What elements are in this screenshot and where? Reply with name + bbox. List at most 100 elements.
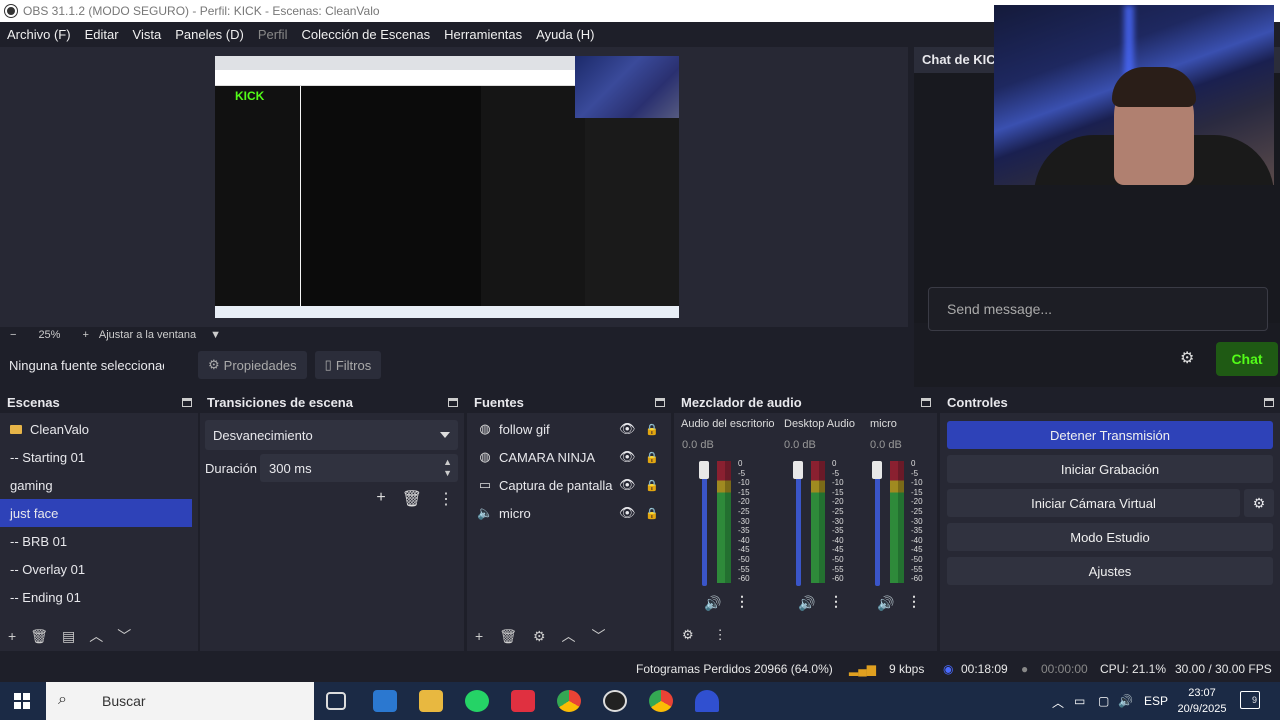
preview-canvas[interactable]: KICK (215, 56, 679, 318)
advanced-audio-gear-icon[interactable]: ⚙ (682, 627, 694, 643)
menu-herramientas[interactable]: Herramientas (437, 27, 529, 42)
move-down-icon[interactable]: ﹀ (117, 626, 131, 646)
volume-fader[interactable] (875, 461, 880, 586)
sources-header: Fuentes (467, 391, 671, 413)
source-item[interactable]: ▭ Captura de pantalla 👁 🔒 (467, 471, 671, 499)
visibility-eye-icon[interactable]: 👁 (619, 449, 636, 465)
zoom-out-button[interactable]: − (10, 329, 16, 341)
start-virtual-camera-button[interactable]: Iniciar Cámara Virtual (947, 489, 1240, 517)
virtual-camera-settings-gear-icon[interactable]: ⚙ (1244, 489, 1274, 517)
fit-window-label[interactable]: Ajustar a la ventana (99, 329, 196, 341)
start-recording-button[interactable]: Iniciar Grabación (947, 455, 1273, 483)
remove-scene-icon[interactable]: 🗑 (30, 628, 48, 645)
zoom-in-button[interactable]: + (82, 329, 88, 341)
stop-stream-button[interactable]: Detener Transmisión (947, 421, 1273, 449)
volume-fader-knob[interactable] (793, 461, 803, 479)
menu-vista[interactable]: Vista (126, 27, 169, 42)
undock-icon[interactable] (1264, 397, 1274, 407)
undock-icon[interactable] (655, 397, 665, 407)
chat-send-button[interactable]: Chat (1216, 342, 1278, 376)
menu-perfil[interactable]: Perfil (251, 27, 295, 42)
transition-menu-icon[interactable]: ⋮ (438, 489, 454, 509)
scene-item-selected[interactable]: just face (0, 499, 192, 527)
settings-button[interactable]: Ajustes (947, 557, 1273, 585)
obs-taskbar-icon[interactable] (603, 690, 627, 712)
source-item[interactable]: ◍ CAMARA NINJA 👁 🔒 (467, 443, 671, 471)
zoom-dropdown-icon[interactable]: ▼ (210, 329, 221, 341)
channel-menu-icon[interactable]: ⋮ (907, 593, 921, 610)
source-item[interactable]: 🔈 micro 👁 🔒 (467, 499, 671, 527)
chat-settings-gear-icon[interactable]: ⚙ (1180, 348, 1194, 368)
remove-source-icon[interactable]: 🗑 (499, 628, 517, 645)
visibility-eye-icon[interactable]: 👁 (619, 421, 636, 437)
file-explorer-icon[interactable] (419, 690, 443, 712)
speaker-icon[interactable]: 🔊 (877, 595, 894, 612)
preview-browser-address (215, 70, 575, 86)
add-scene-icon[interactable]: + (8, 628, 16, 644)
display-icon[interactable]: ▢ (1098, 694, 1109, 708)
move-up-icon[interactable]: ︿ (89, 626, 103, 646)
menu-archivo[interactable]: Archivo (F) (0, 27, 78, 42)
filters-button[interactable]: ▯ Filtros (314, 351, 382, 379)
menu-editar[interactable]: Editar (78, 27, 126, 42)
speaker-icon[interactable]: 🔊 (704, 595, 721, 612)
undock-icon[interactable] (182, 397, 192, 407)
store-icon[interactable] (373, 690, 397, 712)
menu-paneles[interactable]: Paneles (D) (168, 27, 251, 42)
chrome-profile-icon[interactable] (649, 690, 673, 712)
undock-icon[interactable] (921, 397, 931, 407)
language-indicator[interactable]: ESP (1144, 694, 1168, 708)
undock-icon[interactable] (448, 397, 458, 407)
lock-icon[interactable]: 🔒 (645, 507, 659, 520)
network-icon[interactable]: ▭ (1074, 694, 1085, 708)
duration-stepper-icon[interactable]: ▲ ▼ (443, 457, 452, 479)
whatsapp-icon[interactable] (465, 690, 489, 712)
volume-icon[interactable]: 🔊 (1118, 694, 1133, 708)
app-icon[interactable] (695, 690, 719, 712)
add-transition-icon[interactable]: + (376, 489, 385, 509)
scene-item[interactable]: gaming (0, 471, 198, 499)
transitions-toolbar: + 🗑 ⋮ (376, 489, 454, 509)
scene-item[interactable]: CleanValo (0, 415, 198, 443)
studio-mode-button[interactable]: Modo Estudio (947, 523, 1273, 551)
volume-fader-knob[interactable] (699, 461, 709, 479)
lock-icon[interactable]: 🔒 (645, 423, 659, 436)
scene-item[interactable]: -- Overlay 01 (0, 555, 198, 583)
chrome-icon[interactable] (557, 690, 581, 712)
properties-button[interactable]: ⚙ Propiedades (198, 351, 307, 379)
speaker-icon[interactable]: 🔊 (798, 595, 815, 612)
channel-menu-icon[interactable]: ⋮ (735, 593, 749, 610)
volume-fader[interactable] (796, 461, 801, 586)
menu-ayuda[interactable]: Ayuda (H) (529, 27, 601, 42)
add-source-icon[interactable]: + (475, 628, 483, 644)
move-up-icon[interactable]: ︿ (562, 626, 576, 646)
mixer-menu-icon[interactable]: ⋮ (714, 627, 727, 643)
volume-fader-knob[interactable] (872, 461, 882, 479)
tray-expand-icon[interactable]: ︿ (1052, 694, 1064, 711)
anydesk-icon[interactable] (511, 690, 535, 712)
taskbar-clock[interactable]: 23:07 20/9/2025 (1176, 685, 1228, 717)
scene-item[interactable]: -- Ending 01 (0, 583, 198, 611)
remove-transition-icon[interactable]: 🗑 (402, 489, 422, 509)
scene-filters-icon[interactable]: ▤ (62, 628, 75, 645)
task-view-icon[interactable] (326, 692, 346, 710)
duration-input[interactable]: 300 ms ▲ ▼ (260, 454, 458, 482)
taskbar-search[interactable]: ⌕ Buscar (46, 682, 314, 720)
move-down-icon[interactable]: ﹀ (592, 626, 606, 646)
windows-start-icon[interactable] (14, 693, 30, 709)
visibility-eye-icon[interactable]: 👁 (619, 505, 636, 521)
lock-icon[interactable]: 🔒 (645, 451, 659, 464)
source-properties-gear-icon[interactable]: ⚙ (533, 628, 546, 645)
menu-coleccion-escenas[interactable]: Colección de Escenas (294, 27, 437, 42)
mixer-toolbar: ⚙ ⋮ (682, 627, 727, 643)
source-item[interactable]: ◍ follow gif 👁 🔒 (467, 415, 671, 443)
notifications-icon[interactable]: 9 (1240, 691, 1260, 709)
scene-item[interactable]: -- BRB 01 (0, 527, 198, 555)
transition-select[interactable]: Desvanecimiento (205, 420, 458, 450)
lock-icon[interactable]: 🔒 (645, 479, 659, 492)
channel-menu-icon[interactable]: ⋮ (829, 593, 843, 610)
chat-input[interactable]: Send message... (928, 287, 1268, 331)
visibility-eye-icon[interactable]: 👁 (619, 477, 636, 493)
scene-item[interactable]: -- Starting 01 (0, 443, 198, 471)
volume-fader[interactable] (702, 461, 707, 586)
